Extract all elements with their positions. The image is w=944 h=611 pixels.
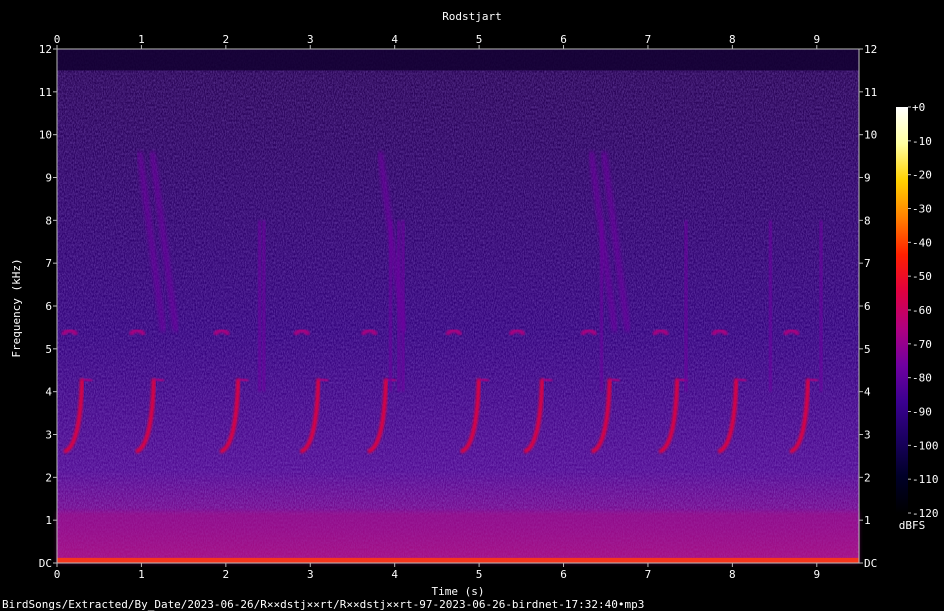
x-tick-label-top: 4 (391, 33, 398, 46)
colorbar-scale (896, 107, 908, 513)
upsweep-tail (478, 377, 490, 383)
y-axis-left: DC123456789101112 (39, 43, 57, 570)
colorbar-tick-label: -10 (912, 135, 932, 148)
click-mark (397, 220, 401, 392)
upsweep-tail (318, 377, 329, 383)
chart-title: Rodstjart (442, 10, 502, 23)
y-tick-label-right: 1 (864, 514, 871, 527)
colorbar-label: dBFS (899, 519, 926, 532)
y-tick-label-right: 5 (864, 343, 871, 356)
x-tick-label-bottom: 9 (813, 568, 820, 581)
dc-band (57, 557, 859, 563)
x-tick-label-bottom: 2 (223, 568, 230, 581)
x-tick-label-top: 3 (307, 33, 314, 46)
upsweep-tail (807, 377, 819, 383)
y-tick-label-left: DC (39, 557, 52, 570)
click-mark (819, 220, 823, 392)
x-tick-label-top: 6 (560, 33, 567, 46)
x-tick-label-bottom: 1 (138, 568, 145, 581)
spectrogram-noise (57, 49, 859, 563)
x-axis-top: 0 1 2 3 4 5 6 7 8 9 (54, 33, 820, 49)
colorbar-tick-label: -30 (912, 203, 932, 216)
y-tick-label-right: 9 (864, 172, 871, 185)
colorbar-tick-label: -40 (912, 236, 932, 249)
y-tick-label-left: 7 (45, 257, 52, 270)
y-tick-label-right: DC (864, 557, 877, 570)
y-tick-label-right: 2 (864, 471, 871, 484)
y-tick-label-left: 5 (45, 343, 52, 356)
x-tick-label-bottom: 6 (560, 568, 567, 581)
y-tick-label-left: 12 (39, 43, 52, 56)
y-tick-label-left: 10 (39, 129, 52, 142)
x-axis-label: Time (s) (432, 585, 485, 598)
colorbar-tick-label: -50 (912, 270, 932, 283)
colorbar-tick-label: -20 (912, 169, 932, 182)
click-mark (401, 220, 405, 392)
x-tick-label-bottom: 5 (476, 568, 483, 581)
x-tick-label-top: 9 (813, 33, 820, 46)
x-tick-label-top: 2 (223, 33, 230, 46)
colorbar-tick-label: -80 (912, 372, 932, 385)
y-tick-label-right: 8 (864, 214, 871, 227)
plot-area (56, 48, 860, 564)
y-tick-label-left: 8 (45, 214, 52, 227)
y-axis-label: Frequency (kHz) (10, 258, 23, 357)
click-mark (388, 220, 392, 392)
x-tick-label-top: 7 (645, 33, 652, 46)
colorbar-tick-label: -110 (912, 473, 939, 486)
y-tick-label-right: 12 (864, 43, 877, 56)
click-mark (262, 220, 266, 392)
x-axis-bottom: 0 1 2 3 4 5 6 7 8 9 (54, 563, 820, 581)
click-mark (768, 220, 772, 392)
y-tick-label-left: 4 (45, 386, 52, 399)
y-tick-label-left: 2 (45, 471, 52, 484)
x-tick-label-top: 5 (476, 33, 483, 46)
colorbar-tick-label: -100 (912, 439, 939, 452)
y-tick-label-left: 1 (45, 514, 52, 527)
spectrogram-chart: Rodstjart 0123456789 0123456789 DC123456… (10, 10, 939, 598)
file-path-footer: BirdSongs/Extracted/By_Date/2023-06-26/R… (2, 598, 645, 611)
y-axis-right: DC123456789101112 (859, 43, 877, 570)
y-tick-label-right: 4 (864, 386, 871, 399)
x-tick-label-top: 1 (138, 33, 145, 46)
y-tick-label-left: 9 (45, 172, 52, 185)
y-tick-label-left: 3 (45, 429, 52, 442)
colorbar-tick-label: -90 (912, 406, 932, 419)
x-tick-label-top: 0 (54, 33, 61, 46)
upsweep-tail (736, 377, 747, 383)
y-tick-label-right: 7 (864, 257, 871, 270)
upsweep-tail (609, 377, 621, 383)
click-mark (684, 220, 688, 392)
x-tick-label-bottom: 0 (54, 568, 61, 581)
upsweep-tail (237, 377, 249, 383)
colorbar-tick-label: -60 (912, 304, 932, 317)
x-tick-label-bottom: 4 (391, 568, 398, 581)
upsweep-tail (153, 377, 165, 383)
y-tick-label-right: 10 (864, 129, 877, 142)
x-tick-label-bottom: 7 (645, 568, 652, 581)
y-tick-label-left: 11 (39, 86, 52, 99)
x-tick-label-top: 8 (729, 33, 736, 46)
x-tick-label-bottom: 3 (307, 568, 314, 581)
x-tick-label-bottom: 8 (729, 568, 736, 581)
y-tick-label-right: 3 (864, 429, 871, 442)
upper-silence-band (57, 49, 859, 71)
y-tick-label-right: 6 (864, 300, 871, 313)
low-frequency-band (57, 511, 859, 563)
click-mark (600, 220, 604, 392)
upsweep-tail (81, 377, 93, 383)
colorbar-tick-label: +0 (912, 101, 925, 114)
y-tick-label-left: 6 (45, 300, 52, 313)
y-tick-label-right: 11 (864, 86, 877, 99)
click-mark (258, 220, 262, 392)
colorbar-ticks: +0-10-20-30-40-50-60-70-80-90-100-110-12… (908, 101, 939, 520)
upsweep-tail (541, 377, 553, 383)
colorbar-tick-label: -70 (912, 338, 932, 351)
colorbar: +0-10-20-30-40-50-60-70-80-90-100-110-12… (896, 101, 939, 532)
